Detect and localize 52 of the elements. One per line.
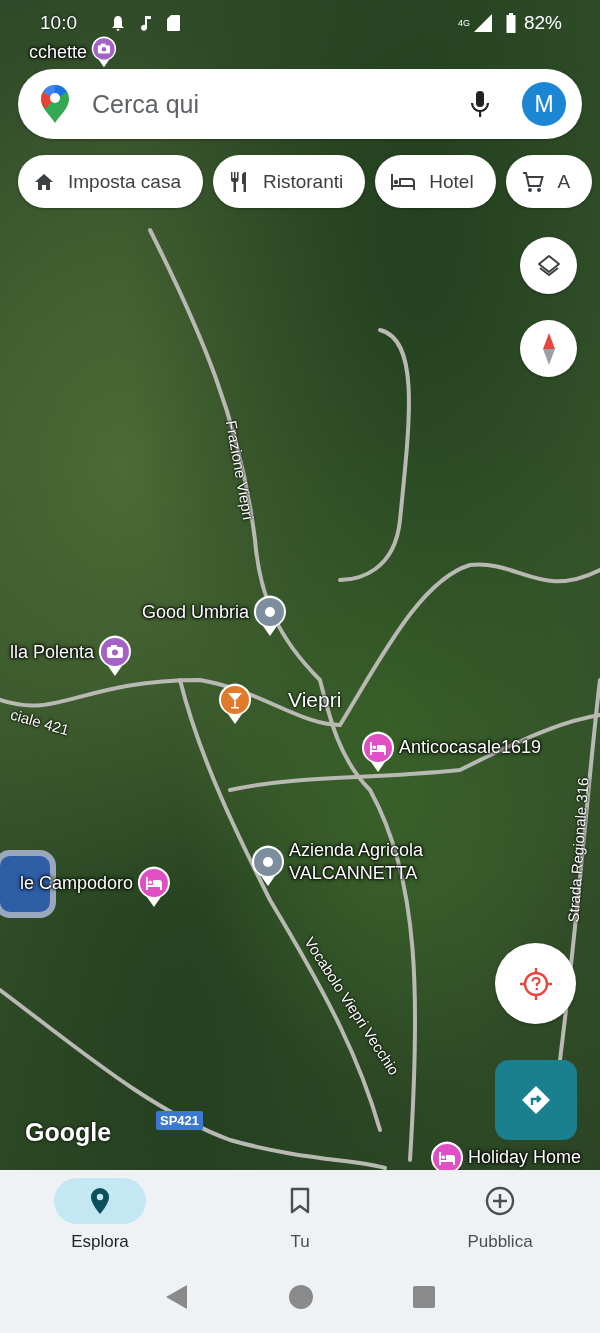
battery-icon [505, 13, 516, 33]
account-avatar[interactable]: M [522, 82, 566, 126]
nav-tab[interactable]: Tu [200, 1178, 400, 1270]
road-label: ciale 421 [8, 705, 72, 739]
sd-card-icon [167, 15, 180, 31]
back-icon[interactable] [165, 1283, 189, 1310]
add-circle-icon [485, 1186, 515, 1216]
music-note-icon [139, 15, 153, 31]
directions-button[interactable] [495, 1060, 577, 1140]
category-chip[interactable]: Imposta casa [18, 155, 203, 208]
battery-percent: 82% [523, 12, 562, 34]
place-label[interactable]: Good Umbria [141, 601, 249, 623]
bookmark-icon [290, 1187, 310, 1215]
layers-button[interactable] [520, 237, 577, 294]
map-logo: Google [25, 1118, 112, 1147]
bed-icon [391, 172, 416, 191]
fork-knife-icon [229, 170, 249, 193]
category-chip[interactable]: Hotel [375, 155, 496, 208]
nav-tab[interactable]: Esplora [0, 1178, 200, 1270]
maps-logo-icon [40, 84, 70, 124]
place-label[interactable]: cchette [28, 41, 87, 63]
search-field[interactable]: Cerca qui M [18, 69, 582, 139]
compass-button[interactable] [520, 320, 577, 377]
layers-icon [535, 252, 562, 279]
status-time: 10:0 [40, 12, 77, 34]
nav-tab[interactable]: Pubblica [400, 1178, 600, 1270]
location-pin-icon [90, 1187, 110, 1215]
camera-pin-icon[interactable] [98, 635, 132, 677]
road-label: Frazione Viepri [222, 419, 258, 521]
place-label[interactable]: Holiday Home [468, 1146, 582, 1170]
shopping-cart-icon [521, 170, 544, 193]
place-label[interactable]: lla Polenta [9, 641, 94, 663]
road-number-label: SP421 [156, 1111, 204, 1130]
category-chip[interactable]: A [505, 155, 593, 208]
compass-icon [540, 331, 557, 366]
bed-pin-icon[interactable] [137, 866, 171, 908]
signal-icon [473, 14, 492, 32]
camera-pin-icon[interactable] [91, 36, 117, 68]
bell-icon [111, 15, 125, 31]
location-pin-icon[interactable] [253, 595, 287, 637]
my-location-icon [517, 965, 554, 1002]
directions-icon [520, 1084, 552, 1116]
road-label: Strada Regionale 316 [564, 777, 592, 923]
location-pin-icon[interactable] [251, 845, 285, 887]
cocktail-pin-icon[interactable] [218, 683, 252, 725]
network-type: 4G [457, 18, 470, 28]
microphone-icon[interactable] [470, 90, 490, 118]
recents-icon[interactable] [413, 1285, 435, 1308]
bed-pin-icon[interactable] [361, 731, 395, 773]
category-chip[interactable]: Ristoranti [213, 155, 366, 208]
home-icon [34, 171, 54, 192]
home-button-icon[interactable] [289, 1284, 313, 1309]
